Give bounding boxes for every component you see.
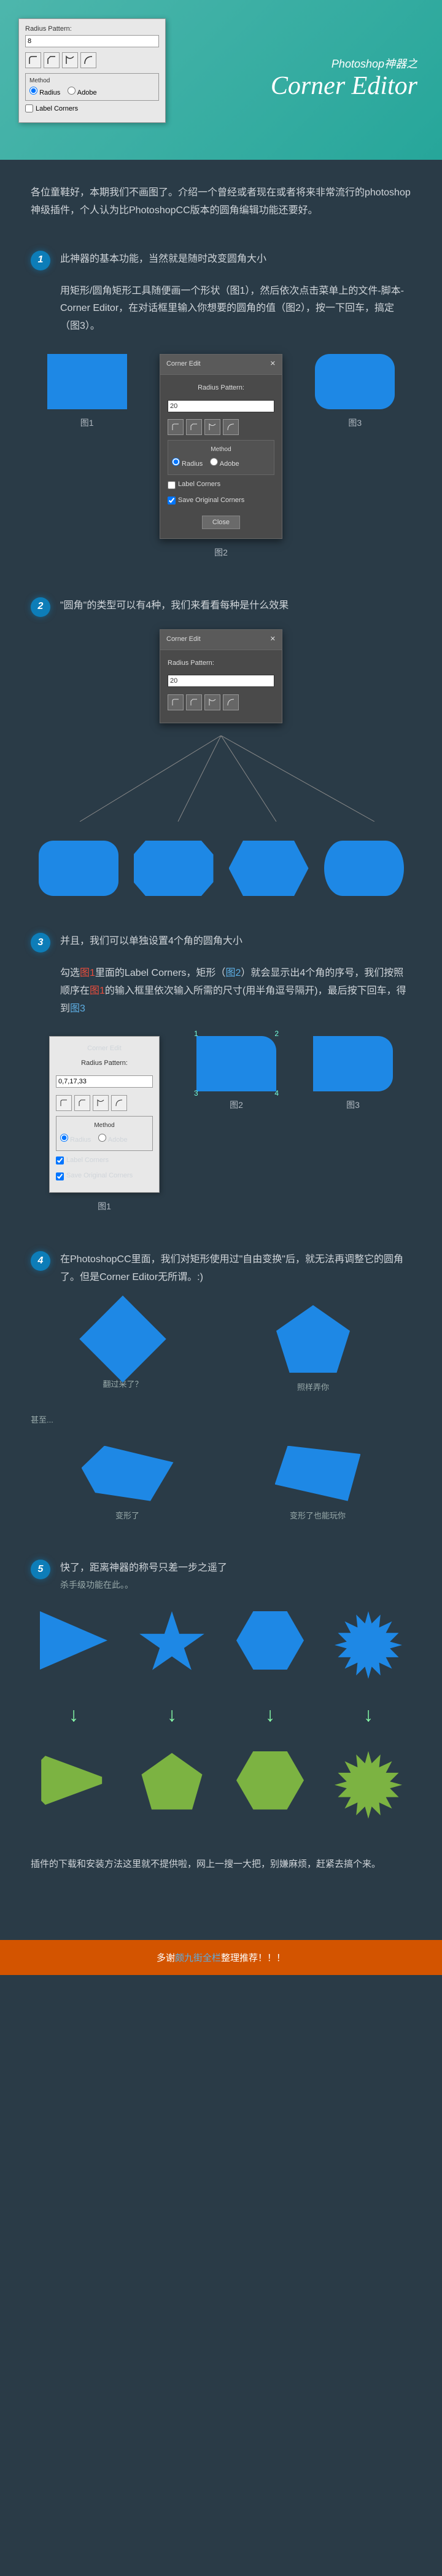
dialog-radius-input[interactable] bbox=[168, 400, 274, 412]
close-icon[interactable]: ✕ bbox=[270, 358, 276, 371]
shape-numbered: 1234 bbox=[196, 1036, 276, 1091]
corner-type-3-icon[interactable] bbox=[204, 419, 220, 435]
method-fieldset: Method Radius Adobe bbox=[25, 73, 159, 101]
footer-link[interactable]: 颇九街全栏 bbox=[175, 1953, 221, 1963]
shape-inset bbox=[324, 841, 404, 896]
connector-lines bbox=[31, 736, 411, 822]
corner-editor-panel: Radius Pattern: Method Radius Adobe Labe… bbox=[18, 18, 166, 123]
step-2-title: "圆角"的类型可以有4种，我们来看看每种是什么效果 bbox=[60, 597, 411, 617]
close-button[interactable]: Close bbox=[202, 516, 240, 529]
shape-triangle-rounded bbox=[40, 1751, 107, 1810]
step-5-title: 快了，距离神器的称号只差一步之遥了 bbox=[60, 1560, 411, 1577]
shape-hexagon-rounded bbox=[236, 1751, 304, 1810]
radius-radio[interactable]: Radius bbox=[29, 87, 60, 96]
arrow-down-icon: ↓ bbox=[363, 1697, 373, 1733]
footer-bar: 多谢颇九街全栏整理推荐！！！ bbox=[0, 1940, 442, 1975]
arrow-down-icon: ↓ bbox=[167, 1697, 177, 1733]
step-3-body: 勾选图1里面的Label Corners，矩形（图2）就会显示出4个角的序号，我… bbox=[60, 965, 411, 1018]
shape-bevel bbox=[229, 841, 309, 896]
adobe-radio[interactable]: Adobe bbox=[68, 87, 96, 96]
shape-rounded bbox=[39, 841, 118, 896]
radius-label: Radius Pattern: bbox=[25, 25, 159, 33]
corner-type-4-icon[interactable] bbox=[223, 419, 239, 435]
arrow-down-icon: ↓ bbox=[69, 1697, 79, 1733]
corner-type-icons bbox=[25, 52, 159, 68]
step-5-badge: 5 bbox=[31, 1560, 50, 1579]
demo-rounded bbox=[315, 354, 395, 409]
step-1-body: 用矩形/圆角矩形工具随便画一个形状（图1），然后依次点击菜单上的文件-脚本-Co… bbox=[60, 283, 411, 336]
shape-distorted-2 bbox=[275, 1446, 361, 1501]
header-title: Corner Editor bbox=[271, 71, 417, 101]
header-subtitle: Photoshop神器之 bbox=[271, 55, 417, 71]
shape-chamfer bbox=[134, 841, 214, 896]
step-3-badge: 3 bbox=[31, 933, 50, 952]
shape-pentagon bbox=[276, 1305, 350, 1373]
corner-type-2-icon[interactable] bbox=[186, 419, 202, 435]
dialog-panel-3: Corner Edit Radius Pattern: Method Radiu… bbox=[49, 1036, 160, 1193]
shape-result bbox=[313, 1036, 393, 1091]
step-4-badge: 4 bbox=[31, 1251, 50, 1271]
corner-type-2-icon[interactable] bbox=[44, 52, 60, 68]
dialog-panel: Corner Edit✕ Radius Pattern: Method Radi… bbox=[160, 354, 282, 539]
arrow-down-icon: ↓ bbox=[265, 1697, 275, 1733]
footer-text: 插件的下载和安装方法这里就不提供啦，网上一搜一大把，别嫌麻烦，赶紧去搞个来。 bbox=[31, 1856, 411, 1872]
shape-burst-rounded bbox=[335, 1751, 402, 1819]
close-icon[interactable]: ✕ bbox=[270, 634, 276, 646]
shape-hexagon bbox=[236, 1611, 304, 1670]
corner-type-3-icon[interactable] bbox=[62, 52, 78, 68]
shape-pentagon-rounded bbox=[138, 1751, 206, 1813]
step-1-title: 此神器的基本功能，当然就是随时改变圆角大小 bbox=[60, 251, 411, 270]
shape-diamond bbox=[79, 1295, 166, 1382]
step-4-title: 在PhotoshopCC里面，我们对矩形使用过"自由变换"后，就无法再调整它的圆… bbox=[60, 1251, 411, 1287]
corner-type-1-icon[interactable] bbox=[168, 419, 184, 435]
shape-distorted-1 bbox=[82, 1446, 174, 1501]
shape-burst bbox=[335, 1611, 402, 1679]
shape-triangle bbox=[40, 1611, 107, 1670]
label-corners-checkbox[interactable] bbox=[25, 104, 33, 112]
intro-text: 各位童鞋好，本期我们不画图了。介绍一个曾经或者现在或者将来非常流行的photos… bbox=[31, 184, 411, 220]
corner-type-4-icon[interactable] bbox=[80, 52, 96, 68]
dialog-panel-2: Corner Edit✕ Radius Pattern: bbox=[160, 629, 282, 723]
radius-input[interactable] bbox=[25, 35, 159, 47]
step-5-sub: 杀手级功能在此。。 bbox=[60, 1577, 411, 1593]
demo-rect bbox=[47, 354, 127, 409]
shape-star bbox=[138, 1611, 206, 1676]
step-3-title: 并且，我们可以单独设置4个角的圆角大小 bbox=[60, 933, 411, 952]
step-1-badge: 1 bbox=[31, 251, 50, 270]
corner-type-1-icon[interactable] bbox=[25, 52, 41, 68]
step-2-badge: 2 bbox=[31, 597, 50, 617]
